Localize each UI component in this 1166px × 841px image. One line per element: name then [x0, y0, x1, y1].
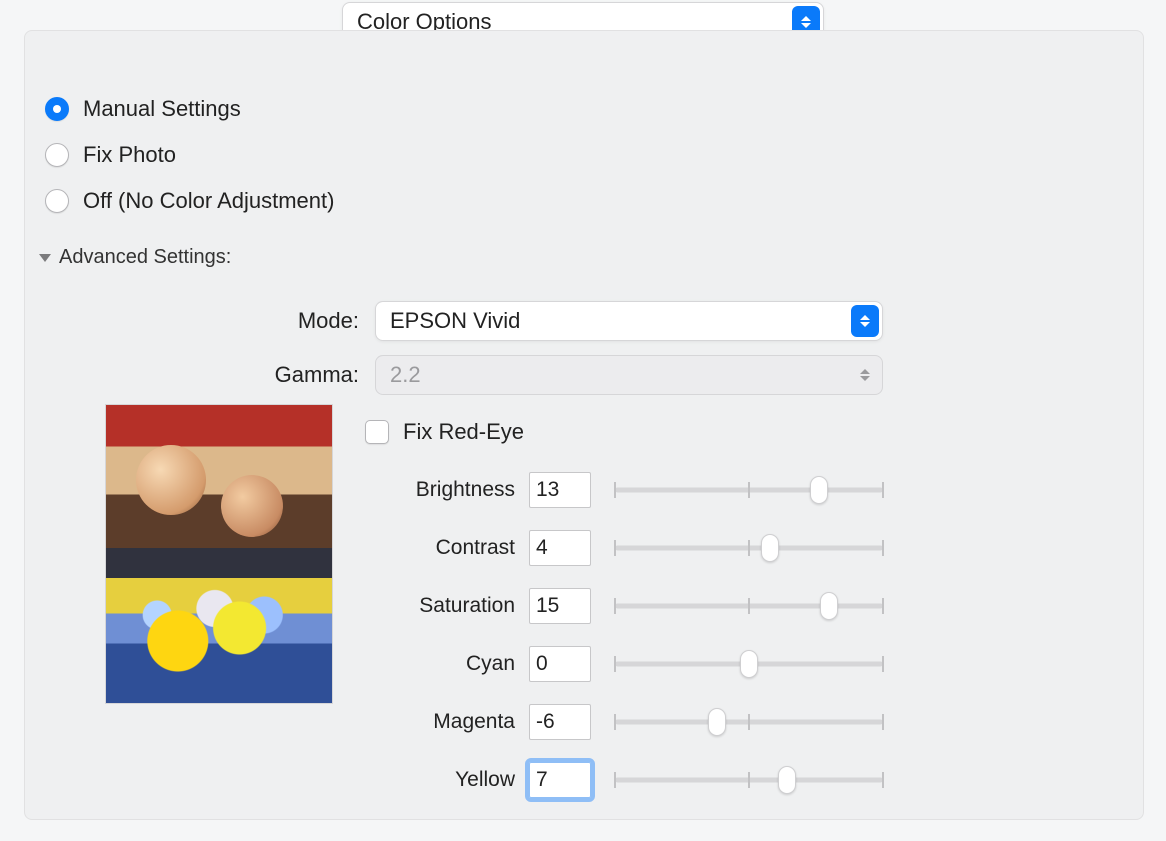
magenta-row: Magenta -6	[25, 703, 883, 741]
cyan-input[interactable]: 0	[529, 646, 591, 682]
saturation-slider[interactable]	[615, 591, 883, 621]
yellow-slider[interactable]	[615, 765, 883, 795]
brightness-input[interactable]: 13	[529, 472, 591, 508]
slider-thumb-icon[interactable]	[810, 476, 828, 504]
radio-off-no-color-adjustment[interactable]: Off (No Color Adjustment)	[45, 178, 334, 224]
gamma-select: 2.2	[375, 355, 883, 395]
radio-label: Manual Settings	[83, 96, 241, 122]
updown-icon	[851, 359, 879, 391]
brightness-row: Brightness 13	[25, 471, 883, 509]
radio-dot-icon	[45, 189, 69, 213]
slider-thumb-icon[interactable]	[820, 592, 838, 620]
slider-label: Contrast	[25, 536, 529, 560]
disclosure-label: Advanced Settings:	[59, 246, 231, 269]
contrast-slider[interactable]	[615, 533, 883, 563]
fix-red-eye-checkbox[interactable]: Fix Red-Eye	[365, 419, 524, 445]
cyan-row: Cyan 0	[25, 645, 883, 683]
cyan-slider[interactable]	[615, 649, 883, 679]
gamma-label: Gamma:	[25, 362, 375, 388]
radio-label: Fix Photo	[83, 142, 176, 168]
mode-select[interactable]: EPSON Vivid	[375, 301, 883, 341]
slider-label: Brightness	[25, 478, 529, 502]
color-mode-radio-group: Manual Settings Fix Photo Off (No Color …	[45, 86, 334, 224]
mode-value: EPSON Vivid	[390, 308, 520, 334]
gamma-value: 2.2	[390, 362, 421, 388]
radio-dot-icon	[45, 143, 69, 167]
radio-label: Off (No Color Adjustment)	[83, 188, 334, 214]
slider-thumb-icon[interactable]	[708, 708, 726, 736]
advanced-settings-disclosure[interactable]: Advanced Settings:	[39, 246, 231, 269]
slider-thumb-icon[interactable]	[778, 766, 796, 794]
slider-label: Cyan	[25, 652, 529, 676]
yellow-row: Yellow 7	[25, 761, 883, 799]
magenta-input[interactable]: -6	[529, 704, 591, 740]
chevron-down-icon	[39, 254, 51, 262]
slider-thumb-icon[interactable]	[740, 650, 758, 678]
gamma-row: Gamma: 2.2	[25, 355, 883, 395]
contrast-row: Contrast 4	[25, 529, 883, 567]
slider-label: Saturation	[25, 594, 529, 618]
saturation-input[interactable]: 15	[529, 588, 591, 624]
contrast-input[interactable]: 4	[529, 530, 591, 566]
saturation-row: Saturation 15	[25, 587, 883, 625]
radio-manual-settings[interactable]: Manual Settings	[45, 86, 334, 132]
slider-thumb-icon[interactable]	[761, 534, 779, 562]
yellow-input[interactable]: 7	[529, 762, 591, 798]
updown-icon	[851, 305, 879, 337]
checkbox-icon	[365, 420, 389, 444]
mode-row: Mode: EPSON Vivid	[25, 301, 883, 341]
slider-label: Magenta	[25, 710, 529, 734]
brightness-slider[interactable]	[615, 475, 883, 505]
magenta-slider[interactable]	[615, 707, 883, 737]
checkbox-label: Fix Red-Eye	[403, 419, 524, 445]
mode-label: Mode:	[25, 308, 375, 334]
radio-dot-icon	[45, 97, 69, 121]
slider-label: Yellow	[25, 768, 529, 792]
color-options-panel: Manual Settings Fix Photo Off (No Color …	[24, 30, 1144, 820]
radio-fix-photo[interactable]: Fix Photo	[45, 132, 334, 178]
